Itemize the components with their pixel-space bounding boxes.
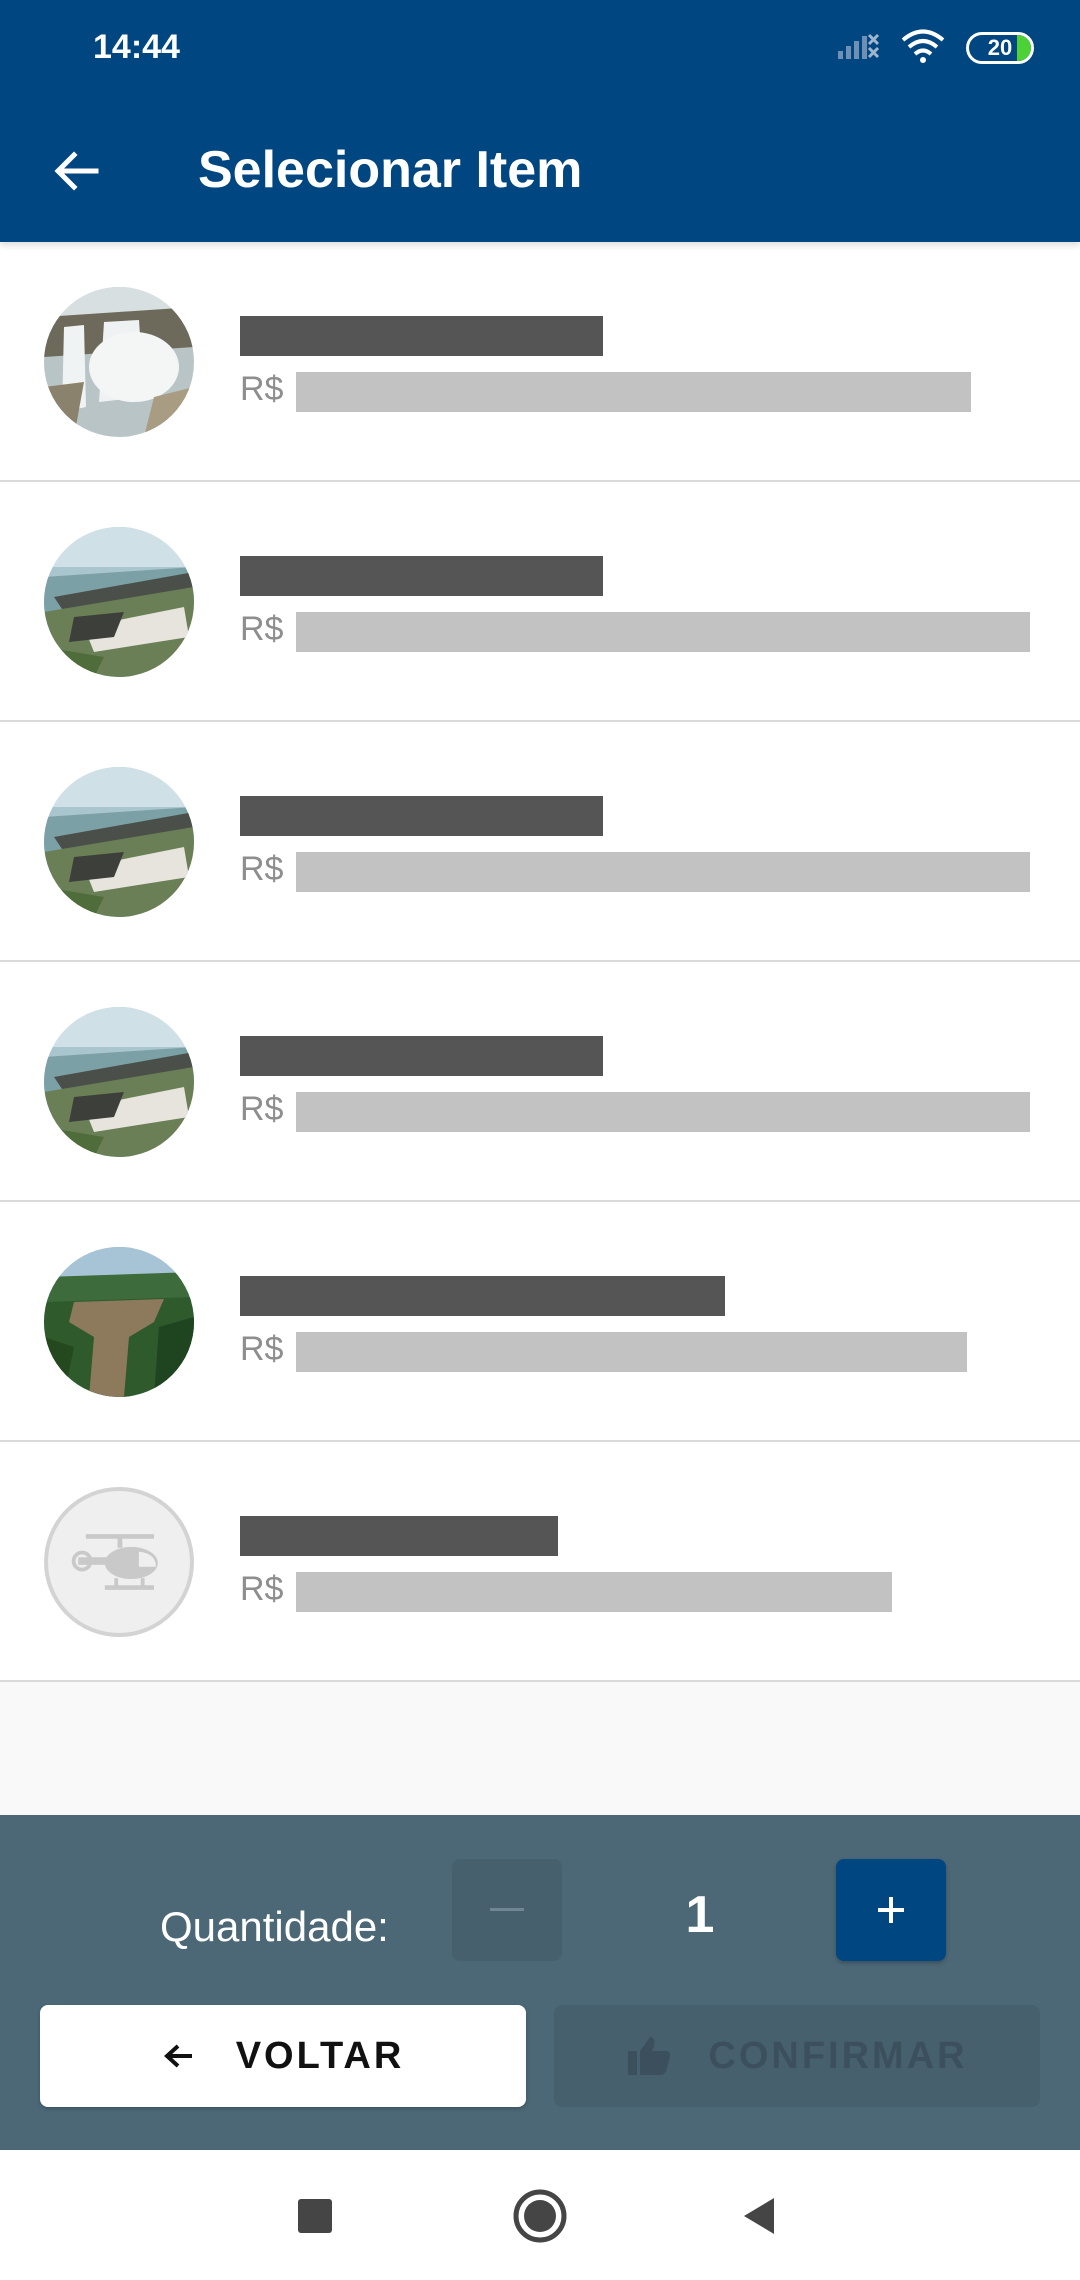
signal-off-icon: [836, 31, 880, 66]
item-name: ██████████████: [240, 1036, 603, 1076]
item-price: ██████████████████████████: [296, 852, 1030, 892]
plus-icon: [878, 1897, 904, 1923]
confirm-label: CONFIRMAR: [708, 2034, 968, 2077]
recents-button[interactable]: [279, 2180, 351, 2252]
list-item[interactable]: ████████████ R$ █████████████████████: [0, 1442, 1080, 1682]
app-bar: Selecionar Item: [0, 100, 1080, 242]
item-name: ████████████: [240, 1516, 558, 1556]
item-name: ██████████████: [240, 556, 603, 596]
item-name: ██████████████: [240, 316, 603, 356]
confirm-button[interactable]: CONFIRMAR: [554, 2005, 1040, 2107]
back-action-label: VOLTAR: [235, 2034, 405, 2077]
price-currency: R$: [240, 1330, 284, 1368]
price-currency: R$: [240, 1570, 284, 1608]
arrow-left-icon: [54, 151, 99, 191]
list-item[interactable]: ██████████████ R$ ██████████████████████…: [0, 482, 1080, 722]
quantity-label: Quantidade:: [160, 1903, 389, 1950]
list-item[interactable]: ██████████████ R$ ██████████████████████…: [0, 242, 1080, 482]
item-thumbnail: [44, 1247, 194, 1397]
list-item[interactable]: ███████████████████ R$ █████████████████…: [0, 1202, 1080, 1442]
back-action-button[interactable]: VOLTAR: [40, 2005, 526, 2107]
square-icon: [298, 2199, 332, 2233]
decrease-quantity-button[interactable]: [452, 1859, 562, 1961]
quantity-value: 1: [685, 1886, 715, 1944]
circle-icon: [513, 2189, 567, 2243]
list-item[interactable]: ██████████████ R$ ██████████████████████…: [0, 962, 1080, 1202]
back-button[interactable]: [30, 125, 122, 217]
item-list: ██████████████ R$ ██████████████████████…: [0, 242, 1080, 1682]
price-currency: R$: [240, 370, 284, 408]
minus-icon: [490, 1908, 524, 1911]
item-price: ████████████████████████: [296, 372, 971, 412]
item-thumbnail: [44, 767, 194, 917]
price-currency: R$: [240, 850, 284, 888]
home-button[interactable]: [504, 2180, 576, 2252]
increase-quantity-button[interactable]: [836, 1859, 946, 1961]
quantity-panel: Quantidade: 1 VOLTAR CONFIRMAR: [0, 1815, 1080, 2150]
item-price: ██████████████████████████: [296, 612, 1030, 652]
battery-icon: 20: [966, 32, 1034, 64]
status-time: 14:44: [93, 28, 180, 66]
price-currency: R$: [240, 1090, 284, 1128]
system-nav-bar: [0, 2150, 1080, 2280]
thumbs-up-icon: [628, 2037, 671, 2075]
list-item[interactable]: ██████████████ R$ ██████████████████████…: [0, 722, 1080, 962]
arrow-left-icon: [163, 2044, 192, 2068]
wifi-icon: [900, 29, 946, 68]
item-price: ██████████████████████████: [296, 1092, 1030, 1132]
item-thumbnail: [44, 287, 194, 437]
status-icons: 20: [836, 28, 1034, 68]
triangle-back-icon: [744, 2198, 774, 2234]
back-nav-button[interactable]: [724, 2180, 796, 2252]
item-price: █████████████████████: [296, 1572, 892, 1612]
item-name: ██████████████: [240, 796, 603, 836]
page-title: Selecionar Item: [198, 141, 583, 199]
item-name: ███████████████████: [240, 1276, 725, 1316]
helicopter-icon: [44, 1487, 194, 1637]
item-price: ████████████████████████: [296, 1332, 967, 1372]
battery-level: 20: [987, 35, 1013, 60]
status-bar: 14:44 20: [0, 0, 1080, 100]
item-thumbnail: [44, 1007, 194, 1157]
price-currency: R$: [240, 610, 284, 648]
item-thumbnail: [44, 527, 194, 677]
